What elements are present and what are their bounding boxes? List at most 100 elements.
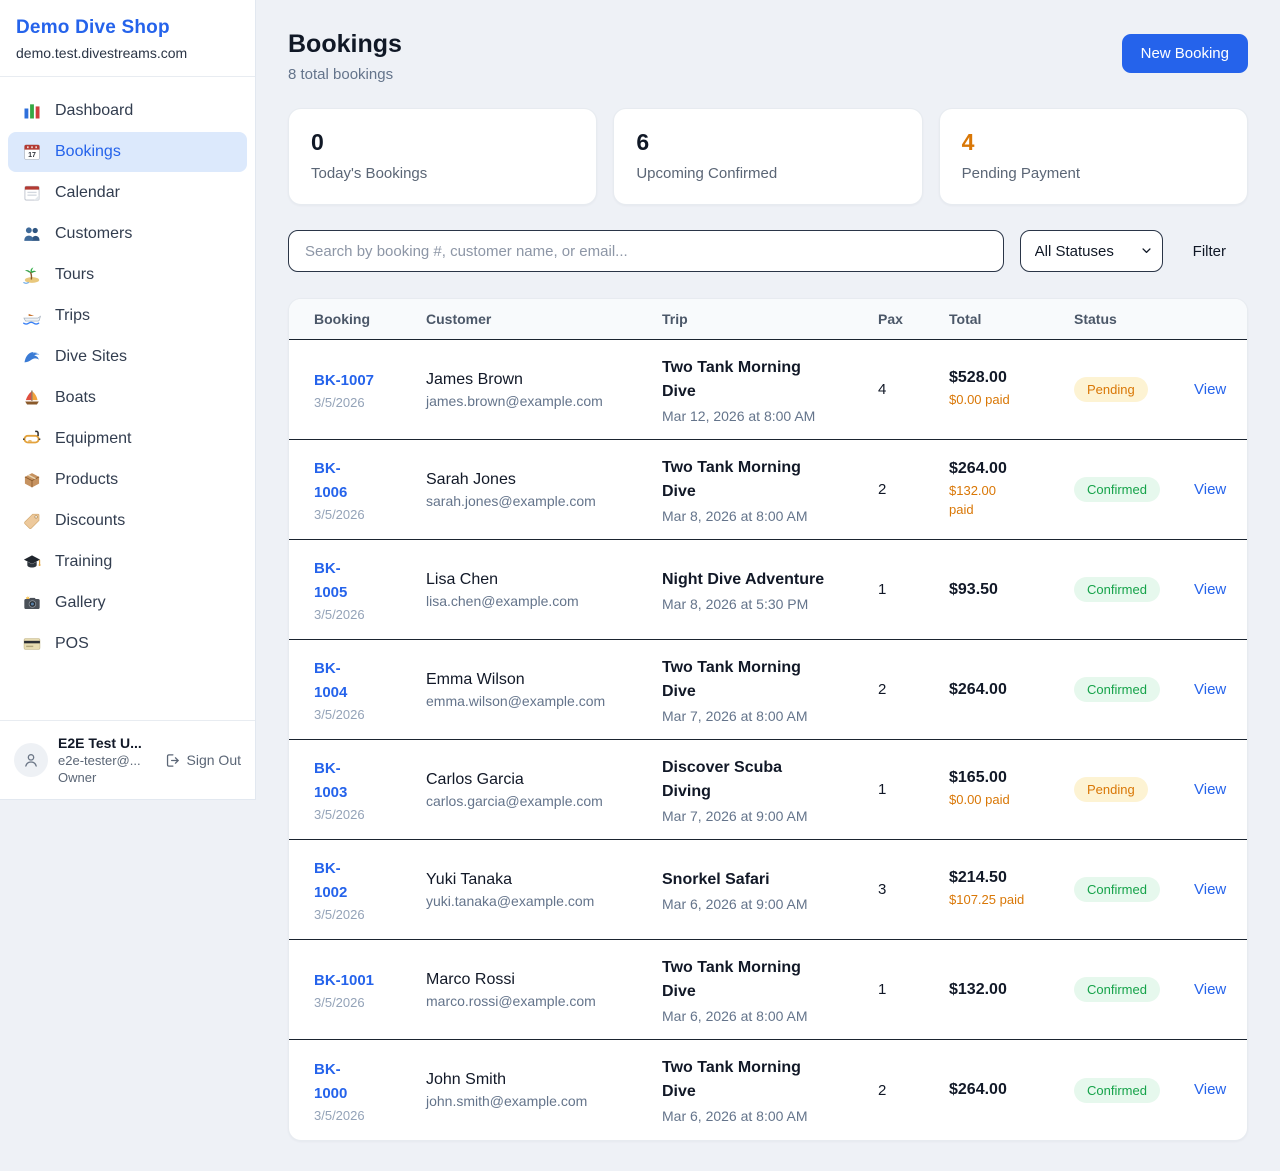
status-badge: Confirmed [1074, 677, 1160, 702]
sidebar-item-dashboard[interactable]: Dashboard [8, 91, 247, 131]
col-header-total: Total [949, 311, 1074, 327]
sidebar-item-label: Training [55, 553, 112, 571]
booking-date: 3/5/2026 [314, 507, 426, 522]
filter-button[interactable]: Filter [1179, 243, 1248, 260]
wave-icon [22, 347, 42, 367]
total-amount: $264.00 [949, 460, 1074, 478]
trip-name: Two Tank Morning Dive [662, 656, 878, 704]
sidebar-item-trips[interactable]: Trips [8, 296, 247, 336]
customer-name: Yuki Tanaka [426, 871, 662, 889]
sidebar-item-gallery[interactable]: Gallery [8, 583, 247, 623]
customer-name: Carlos Garcia [426, 771, 662, 789]
sidebar-item-label: POS [55, 635, 89, 653]
shop-name: Demo Dive Shop [16, 17, 239, 39]
sidebar-item-tours[interactable]: Tours [8, 255, 247, 295]
user-box: E2E Test U... e2e-tester@... Owner Sign … [0, 720, 255, 799]
booking-id-link[interactable]: BK- 1006 [314, 457, 347, 505]
status-filter-wrap: All Statuses [1020, 230, 1163, 272]
sidebar-item-training[interactable]: Training [8, 542, 247, 582]
status-badge: Confirmed [1074, 477, 1160, 502]
customer-name: John Smith [426, 1071, 662, 1089]
new-booking-button[interactable]: New Booking [1122, 34, 1248, 73]
pax-count: 2 [878, 681, 949, 698]
brand-block: Demo Dive Shop demo.test.divestreams.com [0, 0, 255, 77]
camera-icon [22, 593, 42, 613]
status-badge: Pending [1074, 377, 1148, 402]
booking-id-link[interactable]: BK- 1002 [314, 857, 347, 905]
view-link[interactable]: View [1194, 981, 1226, 998]
view-link[interactable]: View [1194, 481, 1226, 498]
search-input[interactable] [288, 230, 1004, 272]
customer-email: john.smith@example.com [426, 1093, 662, 1109]
trip-datetime: Mar 7, 2026 at 9:00 AM [662, 808, 878, 824]
sidebar-item-label: Dive Sites [55, 348, 127, 366]
sidebar-item-dive-sites[interactable]: Dive Sites [8, 337, 247, 377]
view-link[interactable]: View [1194, 881, 1226, 898]
stat-value: 4 [962, 129, 1225, 156]
table-row: BK- 1006 3/5/2026 Sarah Jones sarah.jone… [289, 440, 1247, 540]
status-badge: Pending [1074, 777, 1148, 802]
trip-name: Discover Scuba Diving [662, 756, 878, 804]
view-link[interactable]: View [1194, 381, 1226, 398]
customer-name: Marco Rossi [426, 971, 662, 989]
sidebar-item-label: Products [55, 471, 118, 489]
booking-id-link[interactable]: BK- 1004 [314, 657, 347, 705]
total-amount: $214.50 [949, 869, 1074, 887]
sidebar-item-pos[interactable]: POS [8, 624, 247, 664]
person-icon [21, 750, 41, 770]
booking-date: 3/5/2026 [314, 907, 426, 922]
sign-out-button[interactable]: Sign Out [164, 752, 241, 769]
stat-label: Pending Payment [962, 165, 1225, 182]
sidebar-item-customers[interactable]: Customers [8, 214, 247, 254]
island-icon [22, 265, 42, 285]
stat-value: 6 [636, 129, 899, 156]
total-amount: $132.00 [949, 981, 1074, 999]
pax-count: 3 [878, 881, 949, 898]
trip-datetime: Mar 8, 2026 at 5:30 PM [662, 596, 878, 612]
sidebar-item-label: Equipment [55, 430, 132, 448]
booking-id-link[interactable]: BK- 1000 [314, 1058, 347, 1106]
sidebar-item-bookings[interactable]: Bookings [8, 132, 247, 172]
trip-datetime: Mar 7, 2026 at 8:00 AM [662, 708, 878, 724]
status-badge: Confirmed [1074, 577, 1160, 602]
booking-id-link[interactable]: BK-1001 [314, 969, 374, 993]
sidebar-item-products[interactable]: Products [8, 460, 247, 500]
status-badge: Confirmed [1074, 877, 1160, 902]
trip-datetime: Mar 12, 2026 at 8:00 AM [662, 408, 878, 424]
col-header-booking: Booking [314, 311, 426, 327]
booking-date: 3/5/2026 [314, 995, 426, 1010]
view-link[interactable]: View [1194, 781, 1226, 798]
calendar-pad-icon [22, 183, 42, 203]
sidebar-item-discounts[interactable]: Discounts [8, 501, 247, 541]
stat-value: 0 [311, 129, 574, 156]
diving-mask-icon [22, 429, 42, 449]
trip-datetime: Mar 8, 2026 at 8:00 AM [662, 508, 878, 524]
booking-id-link[interactable]: BK- 1003 [314, 757, 347, 805]
customer-email: yuki.tanaka@example.com [426, 893, 662, 909]
sidebar-item-equipment[interactable]: Equipment [8, 419, 247, 459]
table-row: BK- 1005 3/5/2026 Lisa Chen lisa.chen@ex… [289, 540, 1247, 640]
col-header-customer: Customer [426, 311, 662, 327]
table-row: BK-1001 3/5/2026 Marco Rossi marco.rossi… [289, 940, 1247, 1040]
customer-name: Emma Wilson [426, 671, 662, 689]
customer-name: Lisa Chen [426, 571, 662, 589]
customer-email: lisa.chen@example.com [426, 593, 662, 609]
page-title: Bookings [288, 30, 402, 59]
booking-id-link[interactable]: BK-1007 [314, 369, 374, 393]
trip-datetime: Mar 6, 2026 at 9:00 AM [662, 896, 878, 912]
view-link[interactable]: View [1194, 581, 1226, 598]
status-filter-select[interactable]: All Statuses [1020, 230, 1163, 272]
stats-row: 0 Today's Bookings 6 Upcoming Confirmed … [288, 108, 1248, 205]
sidebar-item-calendar[interactable]: Calendar [8, 173, 247, 213]
speedboat-icon [22, 306, 42, 326]
user-role: Owner [58, 770, 142, 785]
booking-date: 3/5/2026 [314, 395, 426, 410]
view-link[interactable]: View [1194, 681, 1226, 698]
view-link[interactable]: View [1194, 1081, 1226, 1098]
sidebar-item-boats[interactable]: Boats [8, 378, 247, 418]
sidebar-item-label: Bookings [55, 143, 121, 161]
customer-email: marco.rossi@example.com [426, 993, 662, 1009]
shop-domain: demo.test.divestreams.com [16, 45, 239, 61]
users-icon [22, 224, 42, 244]
booking-id-link[interactable]: BK- 1005 [314, 557, 347, 605]
